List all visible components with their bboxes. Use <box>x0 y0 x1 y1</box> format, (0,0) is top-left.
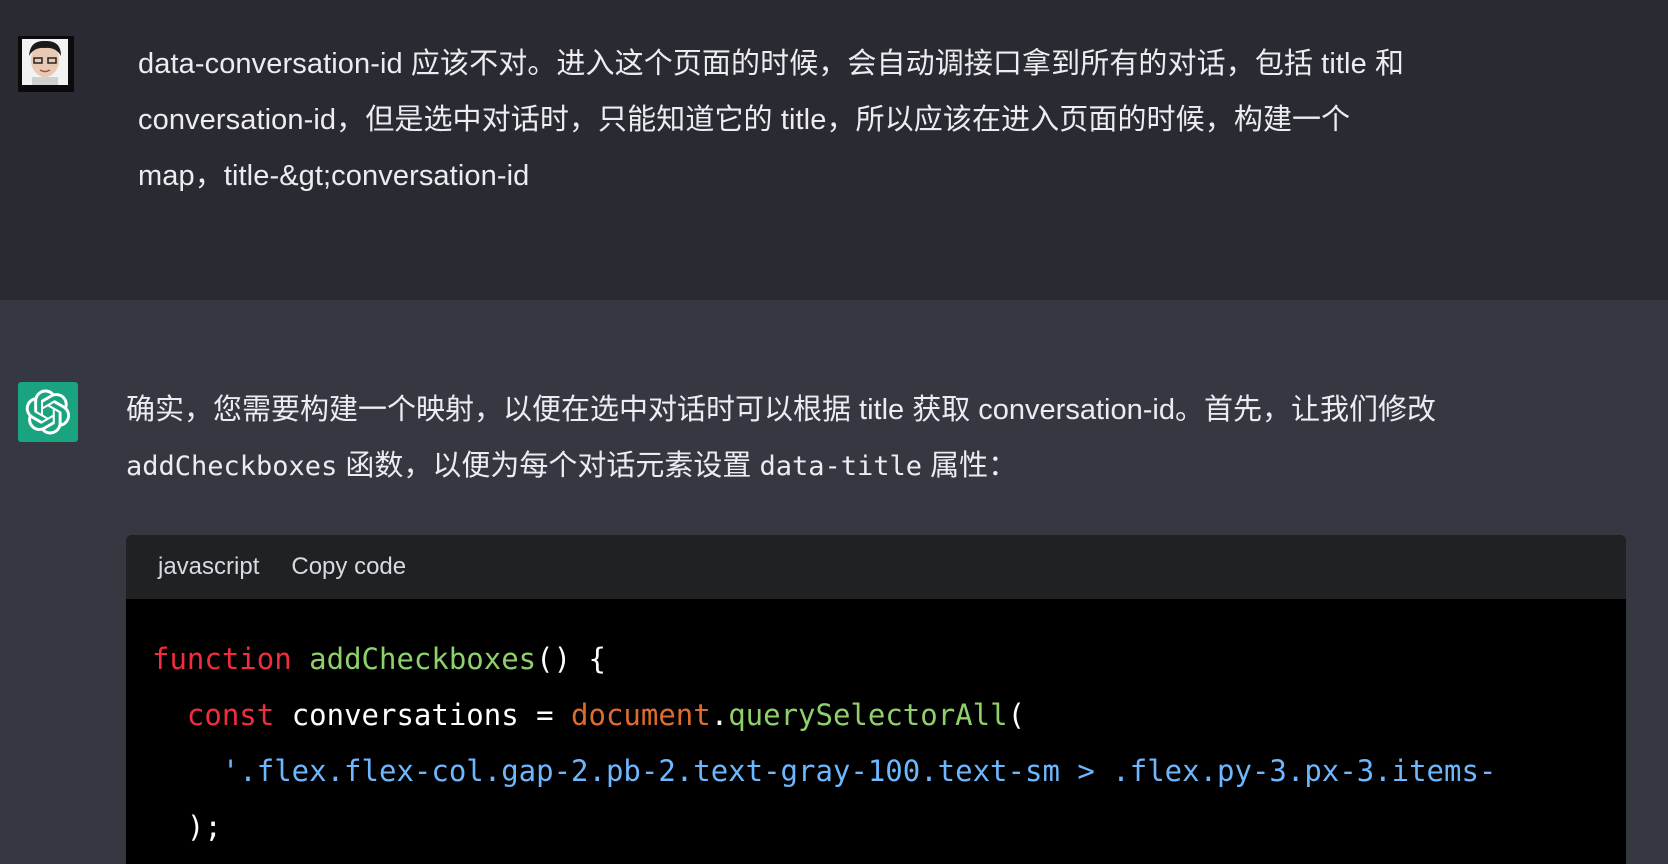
user-message-line: data-conversation-id 应该不对。进入这个页面的时候，会自动调… <box>138 48 1405 80</box>
code-line: '.flex.flex-col.gap-2.pb-2.text-gray-100… <box>152 743 1626 799</box>
code-keyword: const <box>186 698 275 732</box>
code-body: function addCheckboxes() { const convers… <box>126 599 1626 855</box>
code-object: document <box>571 698 711 732</box>
code-string: '.flex.flex-col.gap-2.pb-2.text-gray-100… <box>221 754 1497 788</box>
code-block-header: javascript Copy code <box>126 535 1626 599</box>
code-line: ); <box>152 799 1626 855</box>
code-text: . <box>710 698 729 732</box>
code-text: conversations = <box>274 698 572 732</box>
openai-logo-icon <box>25 389 71 435</box>
code-language-label: javascript <box>158 553 260 580</box>
user-avatar-icon <box>18 36 74 92</box>
code-text: ); <box>186 810 222 844</box>
code-line: function addCheckboxes() { <box>152 631 1626 687</box>
code-function: querySelectorAll <box>728 698 1008 732</box>
user-message-text: data-conversation-id 应该不对。进入这个页面的时候，会自动调… <box>138 36 1578 204</box>
assistant-avatar <box>18 382 78 442</box>
code-text: () { <box>536 642 606 676</box>
user-message-line: map，title-&gt;conversation-id <box>138 160 530 192</box>
code-line: const conversations = document.querySele… <box>152 687 1626 743</box>
assistant-text-segment: 函数，以便为每个对话元素设置 <box>337 450 760 482</box>
assistant-message-line: addCheckboxes 函数，以便为每个对话元素设置 data-title … <box>126 438 1596 495</box>
user-message-line: conversation-id，但是选中对话时，只能知道它的 title，所以应… <box>138 104 1351 136</box>
code-keyword: function <box>152 642 292 676</box>
inline-code-attribute-name: data-title <box>759 451 923 482</box>
code-block: javascript Copy code function addCheckbo… <box>126 535 1626 864</box>
user-message-row: data-conversation-id 应该不对。进入这个页面的时候，会自动调… <box>0 0 1668 301</box>
copy-code-button[interactable]: Copy code <box>291 553 406 581</box>
assistant-message-text: 确实，您需要构建一个映射，以便在选中对话时可以根据 title 获取 conve… <box>126 382 1596 495</box>
code-function: addCheckboxes <box>309 642 537 676</box>
code-text: ( <box>1007 698 1026 732</box>
assistant-message-line: 确实，您需要构建一个映射，以便在选中对话时可以根据 title 获取 conve… <box>126 394 1436 426</box>
assistant-text-segment: 属性： <box>922 450 1018 482</box>
inline-code-function-name: addCheckboxes <box>126 451 338 482</box>
user-avatar <box>18 36 74 92</box>
